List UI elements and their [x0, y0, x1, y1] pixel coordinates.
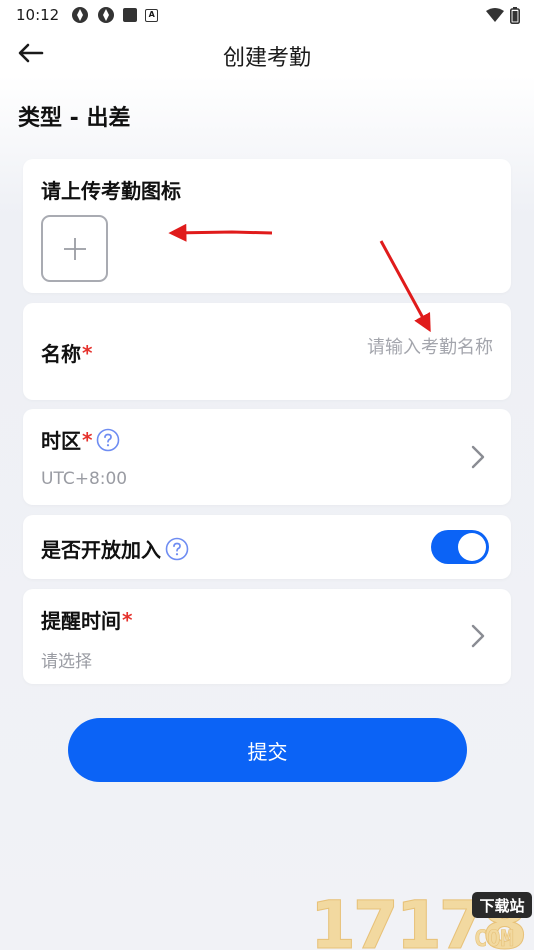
open-join-toggle[interactable]	[431, 530, 489, 564]
toggle-knob	[458, 533, 486, 561]
main-content: 类型 - 出差 请上传考勤图标 名称* 时区* UTC+8:00	[0, 76, 534, 950]
battery-icon	[510, 6, 520, 24]
app-notification-icon	[98, 7, 115, 23]
required-mark: *	[122, 607, 133, 632]
type-heading: 类型 - 出差	[18, 106, 131, 131]
notification-icons: A	[71, 6, 159, 24]
reminder-label: 提醒时间 *	[41, 605, 132, 634]
timezone-card[interactable]: 时区 * UTC+8:00	[23, 409, 511, 505]
upload-label: 请上传考勤图标	[41, 179, 181, 203]
chevron-right-icon	[471, 445, 485, 469]
wifi-icon	[486, 8, 504, 22]
name-input[interactable]	[253, 337, 493, 358]
help-icon[interactable]	[165, 537, 189, 561]
watermark-domain: COM	[474, 927, 514, 950]
chevron-right-icon	[471, 624, 485, 648]
open-join-label-text: 是否开放加入	[41, 538, 161, 562]
submit-button[interactable]: 提交	[68, 718, 467, 782]
app-notification-icon	[72, 7, 89, 23]
reminder-value: 请选择	[41, 652, 92, 672]
timezone-value: UTC+8:00	[41, 469, 128, 489]
page-title: 创建考勤	[222, 46, 311, 71]
open-join-label: 是否开放加入	[41, 534, 189, 563]
required-mark: *	[82, 427, 93, 452]
open-join-card: 是否开放加入	[23, 515, 511, 579]
upload-icon-card: 请上传考勤图标	[23, 159, 511, 293]
status-time: 10:12	[16, 6, 60, 24]
watermark-logo: 17178 下载站 COM	[310, 888, 532, 950]
status-bar: 10:12 A	[0, 0, 534, 30]
name-label-text: 名称	[41, 342, 81, 366]
required-mark: *	[82, 340, 93, 365]
watermark-badge: 下载站	[479, 897, 524, 915]
nav-bar: 创建考勤	[0, 30, 534, 76]
upload-icon-button[interactable]	[41, 215, 108, 282]
name-card: 名称 *	[23, 303, 511, 400]
reminder-card[interactable]: 提醒时间 * 请选择	[23, 589, 511, 684]
a-notification-icon: A	[145, 8, 159, 22]
plus-icon	[63, 237, 86, 260]
name-label: 名称 *	[41, 338, 92, 367]
help-icon[interactable]	[96, 428, 120, 452]
timezone-label: 时区 *	[41, 425, 120, 454]
timezone-label-text: 时区	[41, 429, 81, 453]
reminder-label-text: 提醒时间	[41, 609, 121, 633]
square-notification-icon	[123, 8, 138, 22]
